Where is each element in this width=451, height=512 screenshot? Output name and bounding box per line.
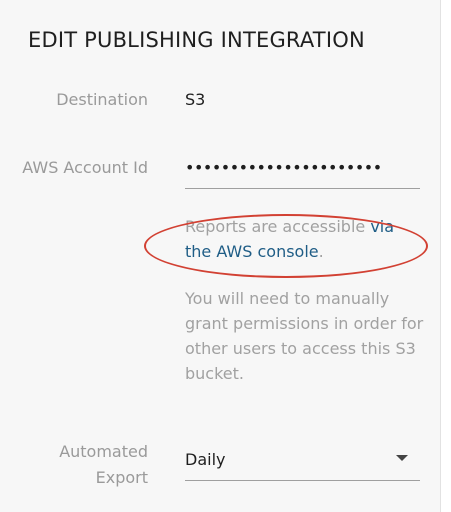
chevron-down-icon[interactable] <box>396 455 408 461</box>
reports-note-prefix: Reports are accessible <box>185 217 371 236</box>
automated-export-label-line1: Automated <box>59 442 148 461</box>
reports-note: Reports are accessible via the AWS conso… <box>185 214 425 264</box>
edit-integration-panel: EDIT PUBLISHING INTEGRATION Destination … <box>0 0 440 512</box>
automated-export-underline <box>185 480 420 481</box>
aws-account-id-underline <box>185 188 420 189</box>
permissions-note: You will need to manually grant permissi… <box>185 289 424 383</box>
reports-note-suffix: . <box>318 242 324 261</box>
destination-label: Destination <box>56 90 148 109</box>
destination-value: S3 <box>185 90 206 109</box>
automated-export-select[interactable]: Daily <box>185 450 225 469</box>
page-title: EDIT PUBLISHING INTEGRATION <box>28 28 365 52</box>
right-panel-edge <box>440 0 451 512</box>
automated-export-label-line2: Export <box>95 468 148 487</box>
aws-account-id-label: AWS Account Id <box>22 158 148 177</box>
aws-account-id-input[interactable]: •••••••••••••••••••••• <box>185 158 382 177</box>
